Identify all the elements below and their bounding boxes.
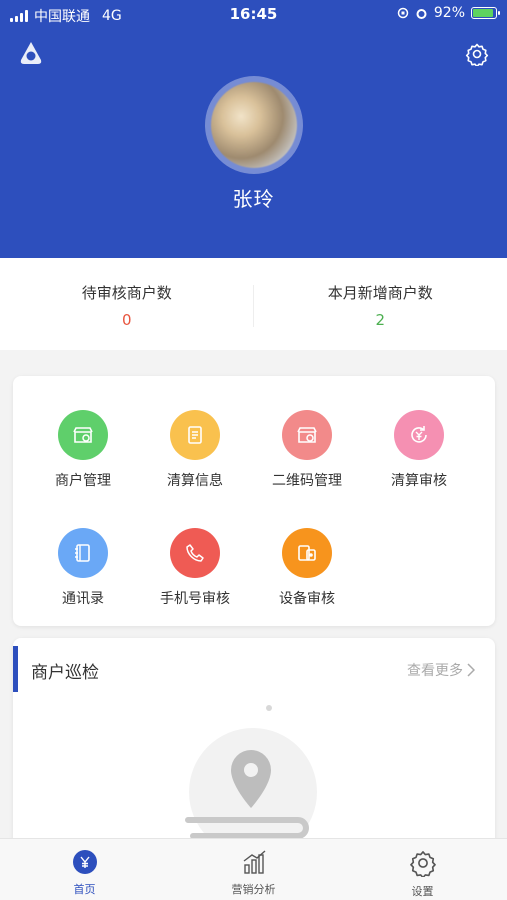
menu-label: 设备审核 [279, 591, 335, 607]
empty-map-illustration [185, 705, 317, 848]
view-more-label: 查看更多 [407, 663, 463, 679]
tab-home[interactable]: 首页 [0, 839, 169, 900]
menu-merchant-management[interactable]: 商户管理 [27, 410, 139, 490]
settings-icon [409, 851, 436, 879]
app-logo-icon [20, 42, 42, 64]
stat-pending-merchants[interactable]: 待审核商户数 0 [0, 258, 254, 350]
status-bar: 中国联通 4G 16:45 92% [0, 0, 507, 28]
alarm-icon [416, 8, 427, 19]
tab-marketing-analysis[interactable]: 营销分析 [169, 839, 338, 900]
stat-new-merchants[interactable]: 本月新增商户数 2 [254, 258, 507, 350]
stat-value: 0 [121, 311, 132, 329]
menu-device-review[interactable]: 设备审核 [251, 528, 363, 608]
battery-percent: 92% [433, 5, 465, 21]
device-icon [282, 528, 332, 578]
avatar[interactable] [205, 76, 303, 174]
bottom-tab-bar: 首页 营销分析 设置 [0, 838, 507, 900]
yen-refresh-icon [394, 410, 444, 460]
document-icon [170, 410, 220, 460]
tab-settings[interactable]: 设置 [338, 839, 507, 900]
menu-label: 商户管理 [55, 473, 111, 489]
menu-label: 通讯录 [62, 591, 104, 607]
battery-icon [471, 7, 500, 19]
rotation-lock-icon [397, 7, 409, 19]
tab-label: 设置 [411, 885, 434, 898]
menu-settlement-info[interactable]: 清算信息 [139, 410, 251, 490]
bar-chart-icon [243, 850, 265, 874]
merchant-patrol-card: 商户巡检 查看更多 [13, 638, 495, 848]
section-title: 商户巡检 [31, 663, 99, 683]
stat-label: 本月新增商户数 [327, 284, 433, 302]
contacts-icon [58, 528, 108, 578]
menu-label: 手机号审核 [160, 591, 230, 607]
menu-label: 清算审核 [391, 473, 447, 489]
menu-qrcode-management[interactable]: 二维码管理 [251, 410, 363, 490]
store-icon [58, 410, 108, 460]
tab-label: 营销分析 [231, 883, 276, 896]
section-accent-bar [13, 646, 18, 692]
menu-settlement-review[interactable]: 清算审核 [363, 410, 475, 490]
menu-contacts[interactable]: 通讯录 [27, 528, 139, 608]
settings-gear-icon[interactable] [465, 42, 489, 66]
function-grid: 商户管理 清算信息 二维码管理 清算审核 通讯录 手机号审核 设备审核 [13, 376, 495, 626]
menu-label: 二维码管理 [272, 473, 342, 489]
tab-label: 首页 [73, 883, 96, 896]
menu-phone-review[interactable]: 手机号审核 [139, 528, 251, 608]
stat-label: 待审核商户数 [81, 284, 172, 302]
store-qr-icon [282, 410, 332, 460]
user-name: 张玲 [232, 187, 275, 211]
stats-divider [253, 285, 254, 327]
phone-icon [170, 528, 220, 578]
chevron-right-icon [467, 663, 475, 677]
home-yen-icon [72, 850, 97, 874]
stat-value: 2 [375, 311, 386, 329]
view-more-link[interactable]: 查看更多 [407, 660, 475, 680]
profile-header: 中国联通 4G 16:45 92% 张玲 [0, 0, 507, 258]
menu-label: 清算信息 [167, 473, 223, 489]
